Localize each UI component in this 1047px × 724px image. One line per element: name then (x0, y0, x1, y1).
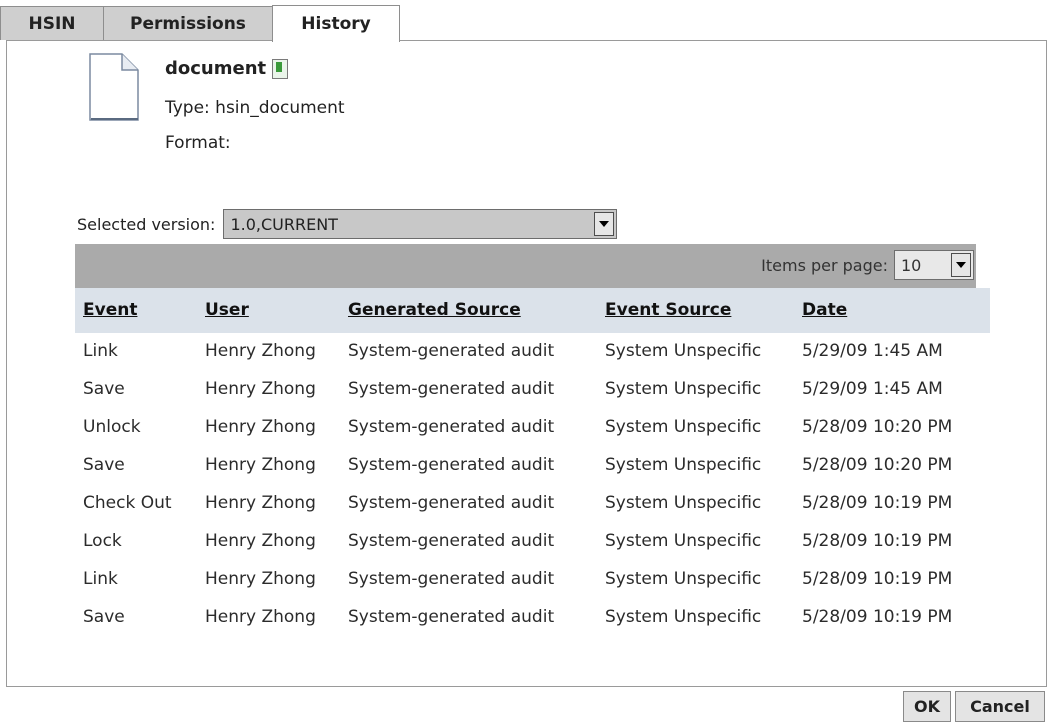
tab-bar: HSIN Permissions History (0, 0, 1047, 42)
cell-event-source: System Unspecific (605, 379, 762, 399)
version-select-value: 1.0,CURRENT (230, 214, 338, 234)
ok-button[interactable]: OK (903, 691, 951, 722)
items-per-page-label: Items per page: (761, 255, 888, 275)
cell-user: Henry Zhong (205, 569, 316, 589)
cell-generated-source: System-generated audit (348, 531, 555, 551)
document-name: document (165, 58, 267, 79)
document-type: Type: hsin_document (165, 98, 345, 118)
cell-event: Link (83, 569, 118, 589)
toolbar-edge (976, 244, 990, 288)
cell-event-source: System Unspecific (605, 417, 762, 437)
cell-date: 5/28/09 10:19 PM (802, 531, 953, 551)
tab-history[interactable]: History (272, 5, 400, 42)
cell-user: Henry Zhong (205, 607, 316, 627)
cell-date: 5/28/09 10:20 PM (802, 455, 953, 475)
chevron-down-icon[interactable] (594, 212, 615, 236)
cell-generated-source: System-generated audit (348, 417, 555, 437)
cell-generated-source: System-generated audit (348, 607, 555, 627)
cell-user: Henry Zhong (205, 379, 316, 399)
cell-event-source: System Unspecific (605, 493, 762, 513)
cell-event-source: System Unspecific (605, 341, 762, 361)
document-format: Format: (165, 133, 231, 153)
cell-user: Henry Zhong (205, 417, 316, 437)
grid-toolbar: Items per page: 10 (75, 244, 990, 288)
cell-date: 5/29/09 1:45 AM (802, 341, 943, 361)
cell-event: Check Out (83, 493, 172, 513)
version-select[interactable]: 1.0,CURRENT (223, 209, 618, 239)
cell-date: 5/28/09 10:19 PM (802, 569, 953, 589)
table-header: Event User Generated Source Event Source… (75, 288, 990, 333)
cell-user: Henry Zhong (205, 531, 316, 551)
table-row[interactable]: Save Henry Zhong System-generated audit Sys… (75, 447, 990, 485)
header-date[interactable]: Date (802, 300, 847, 320)
table-row[interactable]: Link Henry Zhong System-generated audit Sys… (75, 333, 990, 371)
header-generated-source[interactable]: Generated Source (348, 300, 521, 320)
cell-event-source: System Unspecific (605, 569, 762, 589)
cell-user: Henry Zhong (205, 455, 316, 475)
cell-date: 5/29/09 1:45 AM (802, 379, 943, 399)
table-row[interactable]: Save Henry Zhong System-generated audit Sys… (75, 599, 990, 637)
table-row[interactable]: Check Out Henry Zhong System-generated aud… (75, 485, 990, 523)
cell-generated-source: System-generated audit (348, 569, 555, 589)
items-per-page: Items per page: 10 (761, 250, 974, 280)
table-row[interactable]: Save Henry Zhong System-generated audit Sys… (75, 371, 990, 409)
tab-permissions[interactable]: Permissions (103, 6, 273, 40)
cell-date: 5/28/09 10:20 PM (802, 417, 953, 437)
table-row[interactable]: Link Henry Zhong System-generated audit Sys… (75, 561, 990, 599)
cancel-button[interactable]: Cancel (955, 691, 1045, 722)
cell-event: Lock (83, 531, 122, 551)
tab-hsin[interactable]: HSIN (0, 6, 104, 40)
table-row[interactable]: Lock Henry Zhong System-generated audit Sys… (75, 523, 990, 561)
version-label: Selected version: (77, 214, 216, 234)
cell-generated-source: System-generated audit (348, 493, 555, 513)
cell-event: Save (83, 607, 125, 627)
cell-event-source: System Unspecific (605, 531, 762, 551)
cell-date: 5/28/09 10:19 PM (802, 493, 953, 513)
version-row: Selected version: 1.0,CURRENT (77, 208, 618, 240)
document-icon (89, 53, 139, 126)
cell-event-source: System Unspecific (605, 607, 762, 627)
cell-event: Save (83, 379, 125, 399)
items-per-page-value: 10 (901, 255, 922, 275)
table-row[interactable]: Unlock Henry Zhong System-generated audit S… (75, 409, 990, 447)
items-per-page-select[interactable]: 10 (894, 250, 974, 280)
cell-generated-source: System-generated audit (348, 455, 555, 475)
bookmark-icon[interactable] (272, 58, 289, 79)
cell-user: Henry Zhong (205, 493, 316, 513)
cell-event: Unlock (83, 417, 141, 437)
chevron-down-icon[interactable] (951, 253, 971, 277)
cell-generated-source: System-generated audit (348, 341, 555, 361)
cell-event: Save (83, 455, 125, 475)
header-event[interactable]: Event (83, 300, 137, 320)
cell-user: Henry Zhong (205, 341, 316, 361)
cell-event-source: System Unspecific (605, 455, 762, 475)
cell-date: 5/28/09 10:19 PM (802, 607, 953, 627)
document-title: document (165, 58, 289, 79)
header-event-source[interactable]: Event Source (605, 300, 731, 320)
header-user[interactable]: User (205, 300, 249, 320)
cell-event: Link (83, 341, 118, 361)
cell-generated-source: System-generated audit (348, 379, 555, 399)
